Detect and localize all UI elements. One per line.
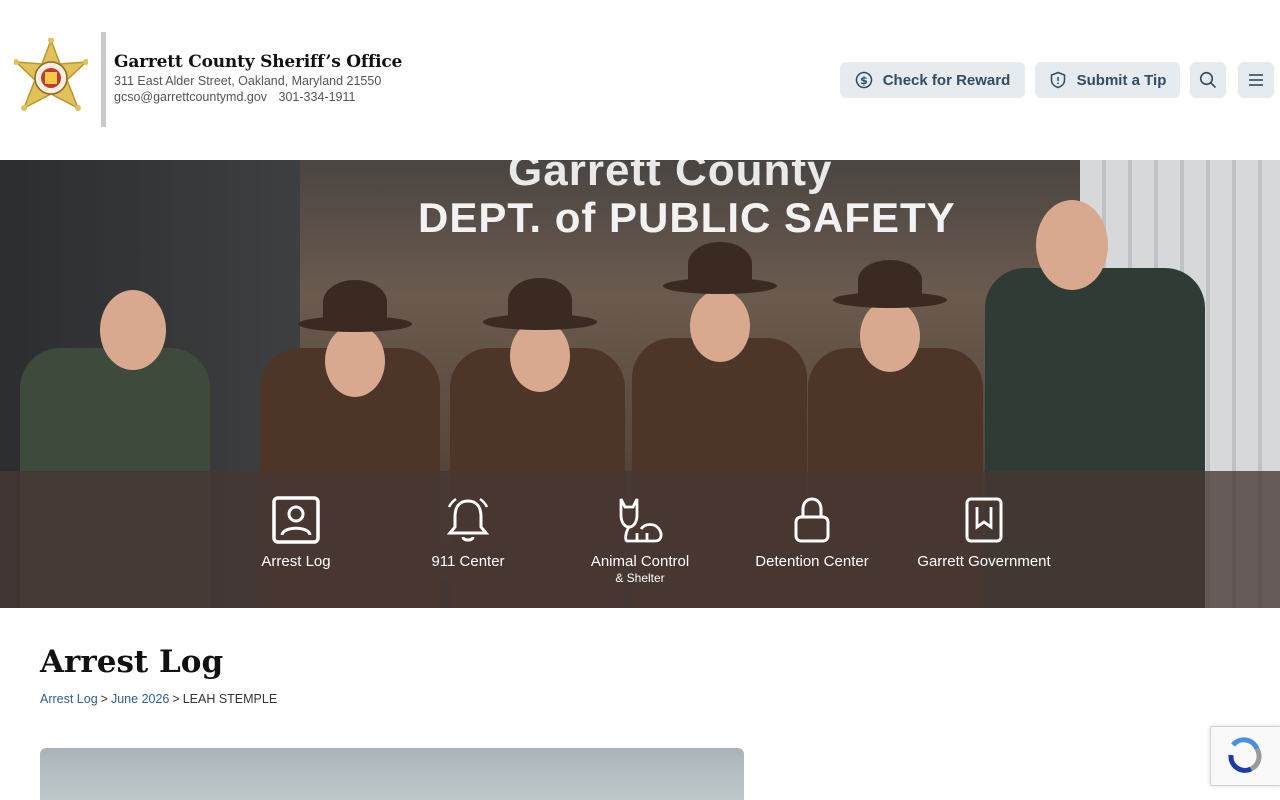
cat-icon	[554, 495, 726, 545]
bell-icon	[382, 495, 554, 545]
hamburger-menu-icon	[1247, 73, 1265, 87]
breadcrumb-separator: >	[100, 692, 108, 706]
quick-link-label: 911 Center	[431, 553, 505, 570]
submit-a-tip-button[interactable]: Submit a Tip	[1035, 62, 1180, 98]
submit-a-tip-label: Submit a Tip	[1076, 71, 1167, 89]
quick-link-label: Detention Center	[755, 553, 869, 570]
quick-link-label: Animal Control	[590, 553, 690, 570]
breadcrumb-link-arrest-log[interactable]: Arrest Log	[40, 692, 98, 706]
breadcrumb: Arrest Log > June 2026 > LEAH STEMPLE	[40, 692, 277, 706]
quick-link-911-center[interactable]: 911 Center	[382, 495, 554, 570]
quick-link-arrest-log[interactable]: Arrest Log	[210, 495, 382, 570]
quick-link-sublabel: & Shelter	[615, 571, 665, 585]
lock-icon	[726, 495, 898, 545]
org-email[interactable]: gcso@garrettcountymd.gov	[114, 90, 267, 104]
org-phone[interactable]: 301-334-1911	[279, 90, 356, 104]
recaptcha-badge[interactable]	[1210, 726, 1280, 786]
hero-sign-line1: Garrett County	[508, 160, 833, 195]
site-header: Garrett County Sheriff’s Office 311 East…	[0, 0, 1280, 160]
quick-link-garrett-government[interactable]: Garrett Government	[898, 495, 1070, 570]
dollar-circle-icon: $	[855, 71, 873, 89]
svg-text:$: $	[860, 74, 868, 87]
hero-banner: Garrett County DEPT. of PUBLIC SAFETY Ar…	[0, 160, 1280, 608]
org-name[interactable]: Garrett County Sheriff’s Office	[114, 52, 402, 72]
hero-sign-line2: DEPT. of PUBLIC SAFETY	[418, 194, 956, 241]
shield-icon	[1049, 71, 1067, 89]
quick-link-animal-control[interactable]: Animal Control & Shelter	[554, 495, 726, 585]
check-for-reward-button[interactable]: $ Check for Reward	[840, 62, 1025, 98]
bookmark-book-icon	[898, 495, 1070, 545]
breadcrumb-link-month[interactable]: June 2026	[111, 692, 169, 706]
check-for-reward-label: Check for Reward	[882, 71, 1011, 89]
org-address: 311 East Alder Street, Oakland, Maryland…	[114, 74, 382, 88]
recaptcha-icon	[1211, 737, 1280, 791]
header-divider	[101, 32, 106, 127]
id-card-icon	[210, 495, 382, 545]
quick-link-label: Arrest Log	[261, 553, 331, 570]
page-title: Arrest Log	[40, 644, 224, 680]
search-button[interactable]	[1190, 62, 1226, 98]
breadcrumb-current: LEAH STEMPLE	[182, 692, 278, 706]
search-icon	[1199, 71, 1217, 89]
quick-link-label: Garrett Government	[917, 553, 1051, 570]
arrest-photo	[40, 748, 744, 800]
sheriff-star-badge-logo[interactable]	[13, 37, 89, 122]
org-contact: gcso@garrettcountymd.gov 301-334-1911	[114, 90, 355, 104]
menu-button[interactable]	[1238, 62, 1274, 98]
quick-link-detention-center[interactable]: Detention Center	[726, 495, 898, 570]
breadcrumb-separator: >	[172, 692, 180, 706]
